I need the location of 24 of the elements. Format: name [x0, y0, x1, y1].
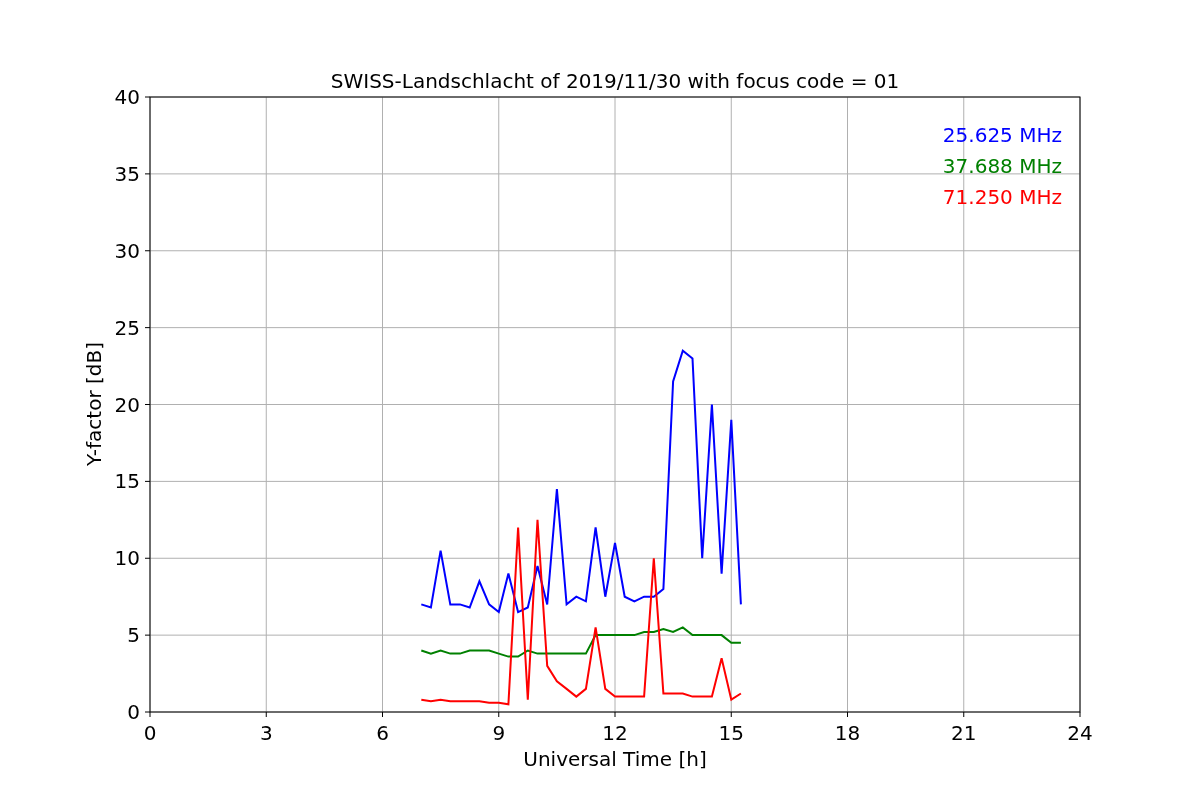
- x-tick-label: 18: [834, 721, 861, 745]
- y-tick-label: 0: [127, 700, 140, 724]
- y-tick-label: 20: [114, 392, 140, 417]
- y-tick-label: 25: [114, 315, 140, 340]
- legend-label: 71.250 MHz: [942, 185, 1062, 209]
- x-tick-label: 24: [1067, 721, 1093, 745]
- chart-title: SWISS-Landschlacht of 2019/11/30 with focus code = 01: [330, 69, 900, 93]
- legend-label: 25.625 MHz: [942, 123, 1062, 147]
- x-axis-label: Universal Time [h]: [523, 747, 707, 771]
- x-tick-label: 12: [602, 721, 628, 745]
- y-tick-label: 40: [114, 85, 140, 109]
- y-tick-label: 10: [114, 546, 140, 571]
- y-tick-label: 30: [114, 238, 140, 263]
- x-tick-label: 0: [143, 721, 157, 745]
- x-tick-label: 3: [259, 721, 273, 745]
- y-axis-label: Y-factor [dB]: [82, 342, 106, 466]
- legend-label: 37.688 MHz: [942, 154, 1062, 178]
- y-tick-label: 35: [114, 161, 140, 186]
- x-tick-label: 15: [718, 721, 744, 745]
- y-tick-label: 15: [114, 469, 140, 494]
- x-tick-label: 21: [951, 721, 977, 745]
- y-tick-label: 5: [127, 623, 140, 648]
- x-tick-label: 9: [492, 721, 506, 745]
- x-tick-label: 6: [376, 721, 389, 745]
